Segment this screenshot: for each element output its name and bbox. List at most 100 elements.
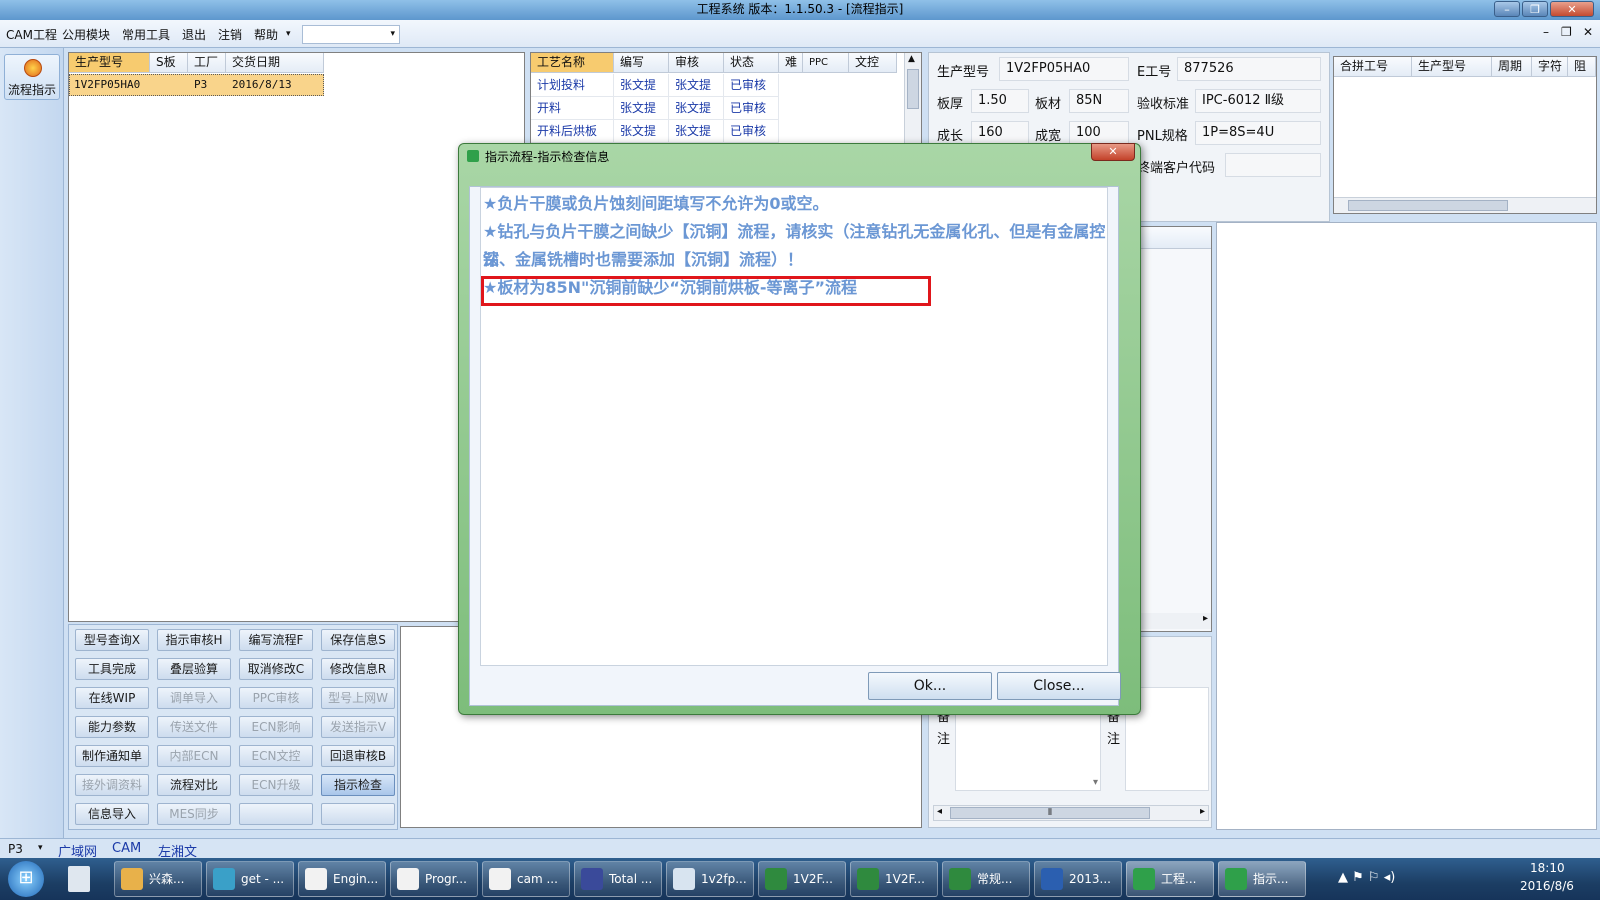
col-header-model[interactable]: 生产型号 [69,53,150,73]
scroll-thumb[interactable]: ⦀ [950,807,1150,819]
scroll-up-icon[interactable]: ▲ [908,54,915,64]
chevron-down-icon[interactable]: ▾ [38,843,43,853]
ecn-impact-button[interactable]: ECN影响 [239,716,313,738]
write-flow-button[interactable]: 编写流程F [239,629,313,651]
standard-field[interactable]: IPC-6012 Ⅱ级 [1195,89,1321,113]
scroll-left-icon[interactable]: ◂ [937,806,942,817]
col-header-reviewer[interactable]: 审核 [669,53,724,73]
menu-common-modules[interactable]: 公用模块 [62,26,110,43]
menu-tools[interactable]: 常用工具 [122,26,170,43]
customer-code-field[interactable] [1225,153,1321,177]
empty-button[interactable] [321,803,395,825]
save-info-button[interactable]: 保存信息S [321,629,395,651]
indicator-review-button[interactable]: 指示审核H [157,629,231,651]
factory-select[interactable]: P3 [8,842,23,856]
ok-button[interactable]: Ok... [868,672,992,700]
cancel-edit-button[interactable]: 取消修改C [239,658,313,680]
task-item[interactable]: 1V2F... [758,861,846,897]
ecn-upgrade-button[interactable]: ECN升级 [239,774,313,796]
mdi-minimize-icon[interactable]: – [1543,25,1549,39]
clock-date[interactable]: 2016/8/6 [1520,879,1574,893]
capability-button[interactable]: 能力参数 [75,716,149,738]
task-item[interactable]: Total ... [574,861,662,897]
task-item[interactable]: Progr... [390,861,478,897]
task-item[interactable]: get - ... [206,861,294,897]
import-order-button[interactable]: 调单导入 [157,687,231,709]
scroll-thumb[interactable] [907,69,919,109]
task-item[interactable]: 1v2fp... [666,861,754,897]
minimize-button[interactable]: – [1494,1,1520,17]
stackup-check-button[interactable]: 叠层验算 [157,658,231,680]
col-header-mask[interactable]: 阻焊 [1568,57,1596,77]
flow-indicator-button[interactable]: 流程指示 [4,54,60,100]
scroll-right-icon[interactable]: ▸ [1200,806,1205,817]
calculator-icon[interactable] [68,866,90,892]
model-query-button[interactable]: 型号查询X [75,629,149,651]
col-header-sboard[interactable]: S板 [150,53,188,73]
empty-button[interactable] [239,803,313,825]
system-tray[interactable]: ▲ ⚑ ⚐ ◂) [1338,870,1395,885]
thickness-field[interactable]: 1.50 [971,89,1029,113]
task-item[interactable]: 工程... [1126,861,1214,897]
col-header-merge-model[interactable]: 生产型号 [1412,57,1492,77]
info-import-button[interactable]: 信息导入 [75,803,149,825]
col-header-ppc[interactable]: PPC [803,53,849,73]
menu-cam[interactable]: CAM工程 [6,26,57,43]
task-item[interactable]: cam ... [482,861,570,897]
chevron-down-icon[interactable]: ▾ [1093,777,1098,788]
task-item[interactable]: 1V2F... [850,861,938,897]
eno-field[interactable]: 877526 [1177,57,1321,81]
col-header-delivery[interactable]: 交货日期 [226,53,324,73]
model-online-button[interactable]: 型号上网W [321,687,395,709]
send-indicator-button[interactable]: 发送指示V [321,716,395,738]
dialog-close-button[interactable]: ✕ [1091,143,1135,161]
table-row[interactable]: 1V2FP05HA0 P3 2016/8/13 [69,74,324,96]
col-header-factory[interactable]: 工厂 [188,53,226,73]
ppc-review-button[interactable]: PPC审核 [239,687,313,709]
scroll-right-icon[interactable]: ▸ [1203,613,1208,624]
ecn-doc-button[interactable]: ECN文控 [239,745,313,767]
task-item[interactable]: 指示... [1218,861,1306,897]
restore-button[interactable]: ❐ [1522,1,1548,17]
pnl-field[interactable]: 1P=8S=4U [1195,121,1321,145]
remark-hscroll[interactable]: ◂ ⦀ ▸ [933,805,1209,821]
modify-info-button[interactable]: 修改信息R [321,658,395,680]
col-header-merge-no[interactable]: 合拼工号 [1334,57,1412,77]
notice-button[interactable]: 制作通知单 [75,745,149,767]
close-button[interactable]: Close... [997,672,1121,700]
external-data-button[interactable]: 接外调资料 [75,774,149,796]
online-wip-button[interactable]: 在线WIP [75,687,149,709]
help-arrow-icon[interactable]: ▾ [286,29,291,39]
mdi-close-icon[interactable]: ✕ [1583,25,1593,39]
col-header-process[interactable]: 工艺名称 [531,53,614,73]
task-item[interactable]: 常规... [942,861,1030,897]
task-item[interactable]: 2013... [1034,861,1122,897]
toolbar-combo[interactable]: ▾ [302,25,400,44]
material-field[interactable]: 85N [1069,89,1129,113]
col-header-doc[interactable]: 文控 [849,53,897,73]
send-file-button[interactable]: 传送文件 [157,716,231,738]
start-button[interactable]: ⊞ [8,861,44,897]
width-field[interactable]: 100 [1069,121,1129,145]
menu-help[interactable]: 帮助 [254,26,278,43]
close-window-button[interactable]: ✕ [1550,1,1594,17]
clock-time[interactable]: 18:10 [1530,861,1565,875]
col-header-char[interactable]: 字符 [1532,57,1568,77]
mes-sync-button[interactable]: MES同步 [157,803,231,825]
internal-ecn-button[interactable]: 内部ECN [157,745,231,767]
indicator-check-button[interactable]: 指示检查 [321,774,395,796]
flow-compare-button[interactable]: 流程对比 [157,774,231,796]
rollback-review-button[interactable]: 回退审核B [321,745,395,767]
menu-logout[interactable]: 注销 [218,26,242,43]
task-item[interactable]: Engin... [298,861,386,897]
scroll-thumb[interactable] [1348,200,1508,211]
col-header-difficulty[interactable]: 难 [779,53,803,73]
col-header-writer[interactable]: 编写 [614,53,669,73]
task-item[interactable]: 兴森... [114,861,202,897]
col-header-cycle[interactable]: 周期 [1492,57,1532,77]
length-field[interactable]: 160 [971,121,1029,145]
tool-complete-button[interactable]: 工具完成 [75,658,149,680]
col-header-status[interactable]: 状态 [724,53,779,73]
menu-exit[interactable]: 退出 [182,26,206,43]
mdi-restore-icon[interactable]: ❐ [1561,25,1572,39]
